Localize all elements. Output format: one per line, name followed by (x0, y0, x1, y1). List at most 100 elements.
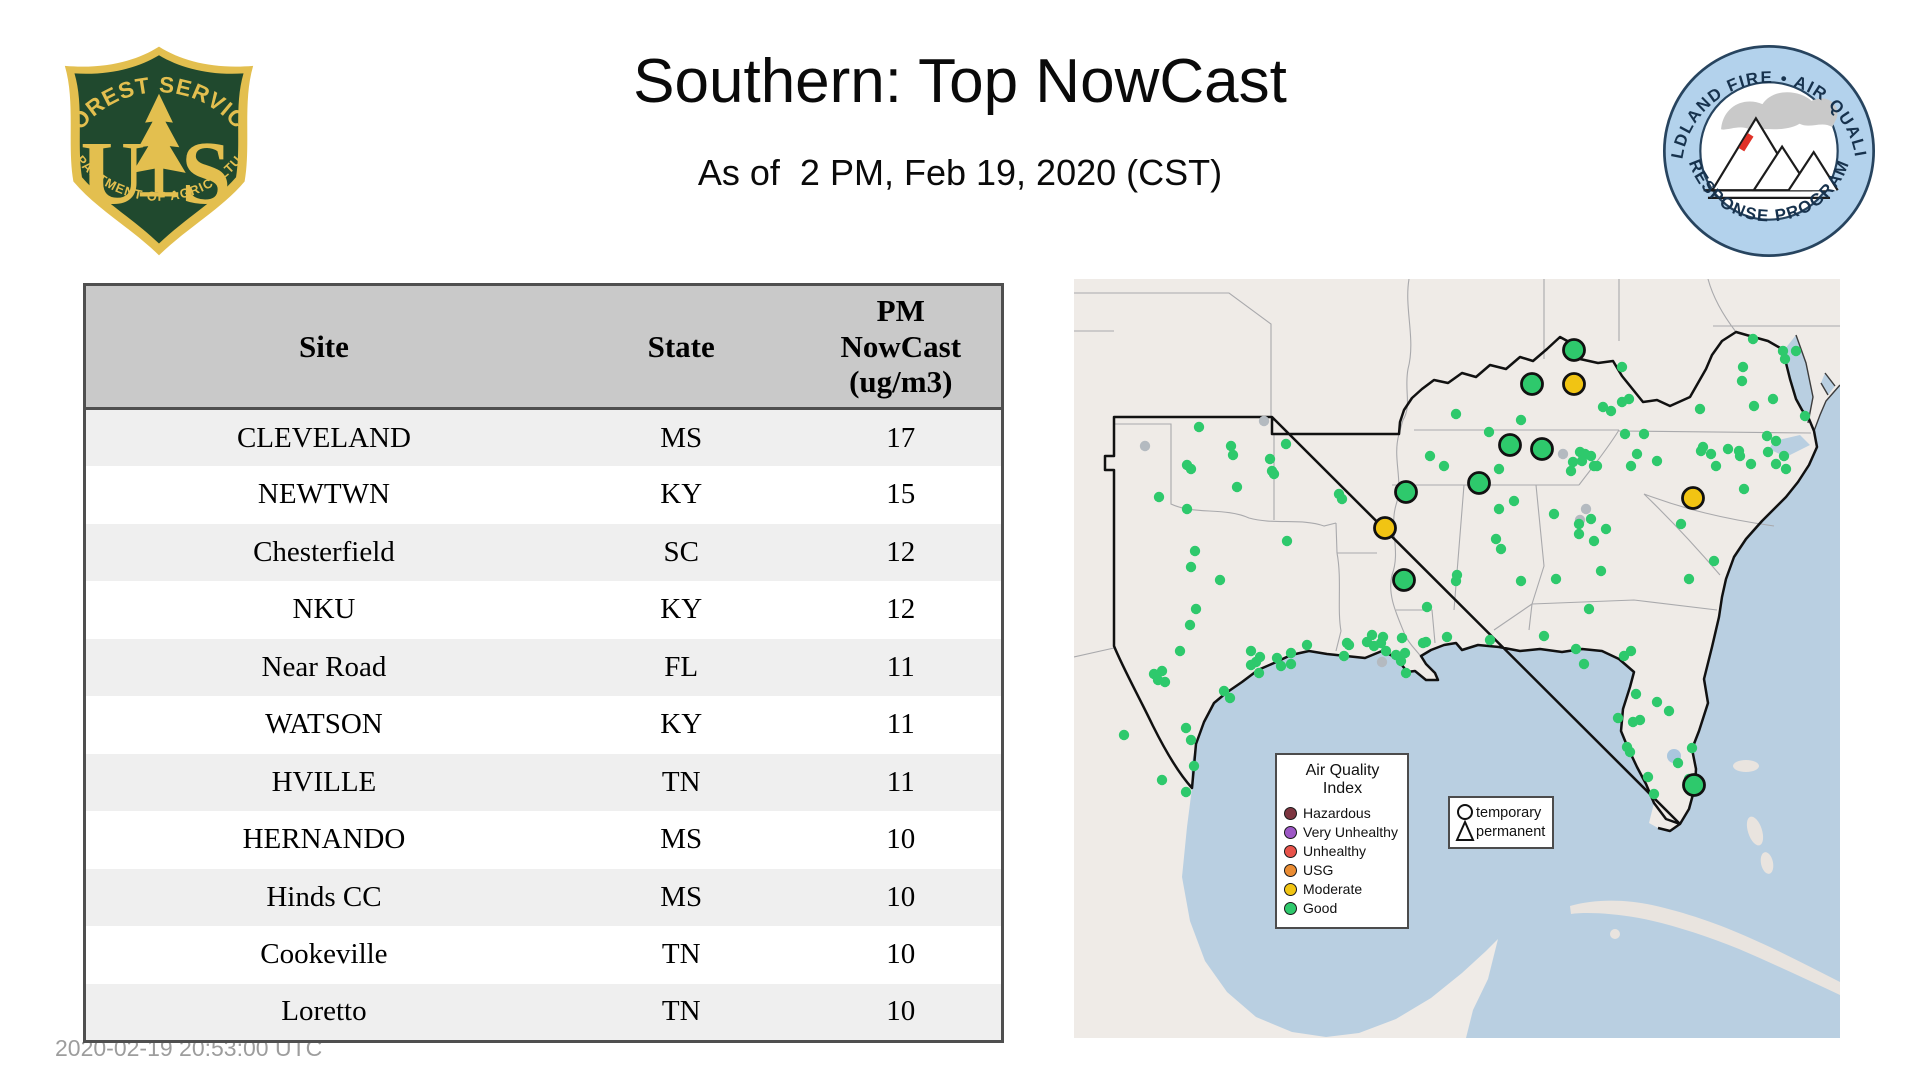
monitor-dot-good (1591, 460, 1603, 472)
aqi-legend-label: USG (1303, 862, 1334, 878)
monitor-dot-good (1651, 455, 1663, 467)
table-cell: Near Road (261, 650, 387, 683)
monitor-dot-good (1400, 667, 1412, 679)
monitor-dot-good (1600, 523, 1612, 535)
table-cell: HERNANDO (242, 823, 406, 856)
monitor-dot-good (1745, 458, 1757, 470)
monitor-dot-good (1663, 705, 1675, 717)
monitor-dot-good (1366, 629, 1378, 641)
table-cell: FL (664, 650, 699, 683)
aqi-color-dot-icon (1284, 806, 1297, 820)
table-cell: WATSON (265, 708, 383, 741)
monitor-dot-good (1612, 712, 1624, 724)
monitor-dot-good (1624, 746, 1636, 758)
table-cell: KY (660, 593, 703, 626)
monitor-dot-good (1417, 637, 1429, 649)
monitor-dot-good (1180, 722, 1192, 734)
symbol-label-permanent: permanent (1476, 823, 1546, 840)
monitor-dot-good (1190, 603, 1202, 615)
monitor-dot-good (1616, 396, 1628, 408)
monitor-dot-good (1118, 729, 1130, 741)
temporary-monitor-moderate (1373, 516, 1397, 540)
monitor-dot-good (1565, 465, 1577, 477)
monitor-dot-good (1695, 445, 1707, 457)
monitor-dot-good (1245, 645, 1257, 657)
table-cell: CLEVELAND (236, 421, 411, 454)
aqi-color-dot-icon (1284, 825, 1297, 839)
aqi-legend: Air Quality Index Hazardous Very Unhealth… (1275, 753, 1409, 929)
table-row: Loretto TN 10 (84, 983, 1003, 1041)
monitor-dot-good (1762, 446, 1774, 458)
usfs-shield-icon: FOREST SERVICE DEPARTMENT OF AGRICULTURE… (44, 20, 254, 256)
monitor-dot-good (1748, 400, 1760, 412)
table-cell: MS (660, 880, 703, 913)
table-row: NEWTWN KY 15 (84, 466, 1003, 524)
monitor-dot-good (1185, 561, 1197, 573)
monitor-dot-good (1231, 481, 1243, 493)
header-pm-nowcast: PM NowCast (ug/m3) (800, 284, 1003, 410)
monitor-dot-good (1285, 658, 1297, 670)
temporary-monitor-good (1530, 437, 1554, 461)
monitor-dot-good (1301, 639, 1313, 651)
monitor-dot-good (1573, 528, 1585, 540)
monitor-dot-good (1631, 448, 1643, 460)
monitor-dot-good (1722, 443, 1734, 455)
monitor-dot-good (1770, 458, 1782, 470)
monitor-dot-good (1515, 575, 1527, 587)
aqi-legend-label: Moderate (1303, 881, 1363, 897)
temporary-monitor-moderate (1562, 372, 1586, 396)
monitor-dot-good (1508, 495, 1520, 507)
monitor-dot-good (1578, 658, 1590, 670)
monitor-dot-good (1490, 533, 1502, 545)
monitor-dot-good (1710, 460, 1722, 472)
monitor-dot-good (1733, 445, 1745, 457)
monitor-dot-good (1245, 659, 1257, 671)
monitor-dot-inactive (1580, 503, 1592, 515)
aqi-legend-title: Air Quality Index (1305, 762, 1380, 797)
aqi-legend-item: Unhealthy (1284, 843, 1401, 859)
monitor-dot-good (1625, 645, 1637, 657)
symbol-legend: temporary permanent (1448, 796, 1554, 849)
monitor-dot-inactive (1258, 415, 1270, 427)
monitor-dot-good (1184, 619, 1196, 631)
monitor-dot-good (1597, 401, 1609, 413)
table-cell: Cookeville (260, 938, 388, 971)
temporary-monitor-good (1682, 773, 1706, 797)
monitor-dot-good (1380, 645, 1392, 657)
table-row: Hinds CC MS 10 (84, 868, 1003, 926)
monitor-dot-good (1253, 667, 1265, 679)
monitor-dot-good (1214, 574, 1226, 586)
monitor-dot-good (1683, 573, 1695, 585)
aqi-legend-label: Good (1303, 900, 1338, 916)
monitor-dot-good (1780, 463, 1792, 475)
monitor-dot-good (1159, 676, 1171, 688)
temporary-monitor-good (1392, 568, 1416, 592)
table-cell: 17 (886, 421, 916, 454)
monitor-dot-good (1595, 565, 1607, 577)
monitor-dot-good (1156, 774, 1168, 786)
monitor-dot-good (1588, 535, 1600, 547)
wfaqrp-ring-icon: WILDLAND FIRE • AIR QUALITY RESPONSE PRO… (1651, 27, 1876, 258)
monitor-dot-good (1585, 513, 1597, 525)
svg-text:U: U (81, 124, 146, 223)
table-cell: 10 (886, 938, 916, 971)
monitor-dot-good (1483, 426, 1495, 438)
table-cell: 12 (886, 593, 916, 626)
table-row: HERNANDO MS 10 (84, 811, 1003, 869)
monitor-dot-good (1686, 742, 1698, 754)
table-row: Chesterfield SC 12 (84, 523, 1003, 581)
monitor-dot-good (1227, 449, 1239, 461)
aqi-legend-item: Very Unhealthy (1284, 824, 1401, 840)
monitor-dot-good (1550, 573, 1562, 585)
monitor-dot-good (1188, 760, 1200, 772)
monitor-dot-good (1153, 491, 1165, 503)
table-cell: 11 (886, 650, 915, 683)
monitor-dot-good (1747, 333, 1759, 345)
monitor-dot-good (1441, 631, 1453, 643)
monitor-dot-good (1185, 463, 1197, 475)
temporary-monitor-good (1520, 372, 1544, 396)
monitor-dot-good (1738, 483, 1750, 495)
symbol-label-temporary: temporary (1476, 804, 1542, 821)
svg-text:S: S (181, 124, 231, 223)
monitor-dot-inactive (1557, 448, 1569, 460)
